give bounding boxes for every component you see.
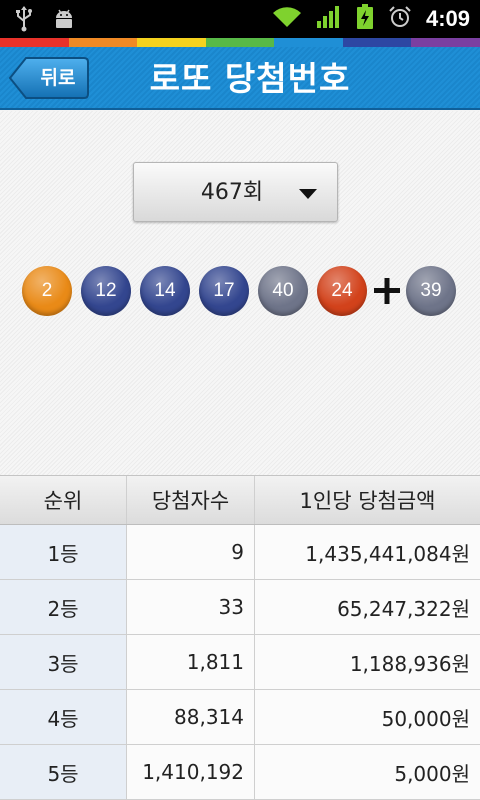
header-prize: 1인당 당첨금액: [299, 489, 436, 513]
battery-charging-icon: [356, 4, 374, 34]
stripe-6: [342, 38, 412, 47]
prize-cell: 50,000원: [255, 690, 480, 744]
back-button-label: 뒤로: [40, 67, 76, 89]
dropdown-arrow-icon: [299, 189, 317, 199]
winners-cell: 33: [127, 580, 255, 634]
back-button[interactable]: 뒤로: [8, 56, 90, 100]
plus-icon: [370, 266, 404, 316]
number-ball: 40: [258, 266, 308, 316]
round-dropdown[interactable]: 467회: [133, 162, 338, 222]
stripe-4: [205, 38, 275, 47]
table-header: 순위 당첨자수 1인당 당첨금액: [0, 475, 480, 525]
number-ball: 24: [317, 266, 367, 316]
status-time: 4:09: [425, 6, 470, 31]
number-ball: 17: [199, 266, 249, 316]
prize-cell: 1,188,936원: [255, 635, 480, 689]
app-header: 뒤로 로또 당첨번호: [0, 47, 480, 110]
stripe-5: [274, 38, 343, 47]
number-ball: 2: [22, 266, 72, 316]
prize-table: 순위 당첨자수 1인당 당첨금액 1등 9 1,435,441,084원 2등 …: [0, 475, 480, 800]
signal-icon: [316, 5, 342, 33]
rank-cell: 3등: [0, 635, 127, 689]
table-row: 5등 1,410,192 5,000원: [0, 745, 480, 800]
page-title: 로또 당첨번호: [149, 59, 351, 98]
winning-numbers: 2 12 14 17 40 24 39: [0, 266, 480, 318]
round-dropdown-value: 467회: [200, 180, 264, 205]
rank-cell: 4등: [0, 690, 127, 744]
stripe-1: [0, 38, 69, 47]
alarm-icon: [388, 5, 412, 33]
prize-cell: 5,000원: [255, 745, 480, 799]
rank-cell: 5등: [0, 745, 127, 799]
prize-cell: 65,247,322원: [255, 580, 480, 634]
table-row: 4등 88,314 50,000원: [0, 690, 480, 745]
wifi-icon: [272, 5, 302, 33]
bonus-ball: 39: [406, 266, 456, 316]
stripe-7: [411, 38, 480, 47]
header-winners: 당첨자수: [127, 476, 255, 524]
usb-icon: [14, 6, 34, 36]
winners-cell: 1,410,192: [127, 745, 255, 799]
winners-cell: 1,811: [127, 635, 255, 689]
stripe-3: [137, 38, 206, 47]
main-content: 467회 2 12 14 17 40 24 39 순위 당첨자수 1인당 당첨금…: [0, 111, 480, 800]
rank-cell: 2등: [0, 580, 127, 634]
winners-cell: 88,314: [127, 690, 255, 744]
rank-cell: 1등: [0, 525, 127, 579]
table-row: 1등 9 1,435,441,084원: [0, 525, 480, 580]
number-ball: 14: [140, 266, 190, 316]
table-row: 2등 33 65,247,322원: [0, 580, 480, 635]
rainbow-stripe: [0, 38, 480, 47]
table-row: 3등 1,811 1,188,936원: [0, 635, 480, 690]
header-rank: 순위: [0, 476, 127, 524]
stripe-2: [68, 38, 138, 47]
android-debug-icon: [52, 7, 76, 35]
prize-cell: 1,435,441,084원: [255, 525, 480, 579]
number-ball: 12: [81, 266, 131, 316]
status-bar: 4:09: [0, 0, 480, 38]
winners-cell: 9: [127, 525, 255, 579]
